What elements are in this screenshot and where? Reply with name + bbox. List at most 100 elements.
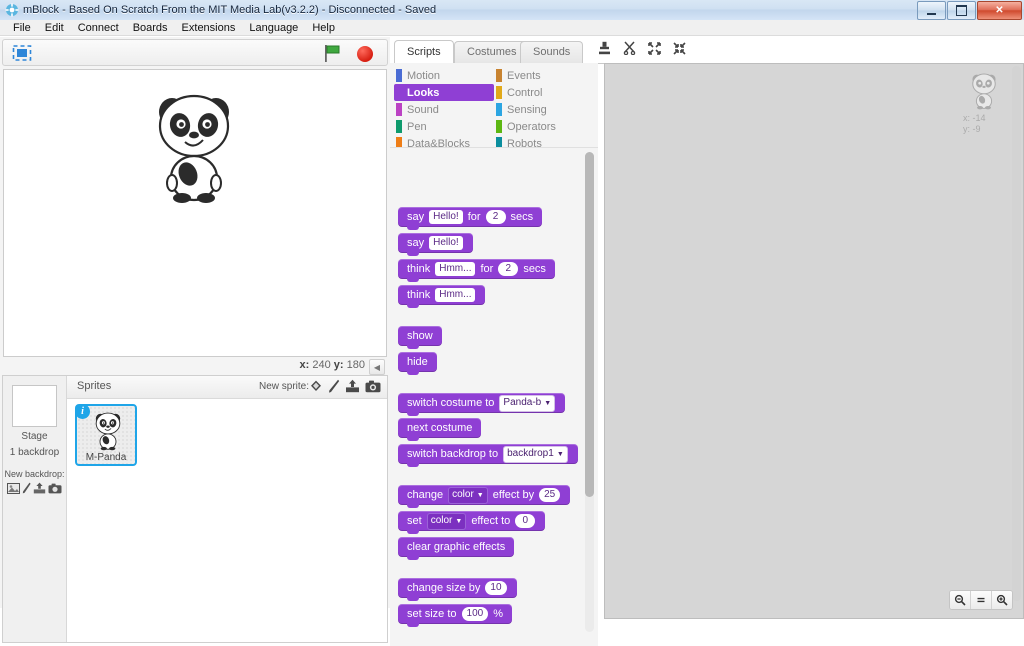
- block-text-input[interactable]: Hmm...: [435, 288, 476, 302]
- menu-bar: File Edit Connect Boards Extensions Lang…: [0, 20, 1024, 36]
- block-think[interactable]: think Hmm...: [398, 285, 486, 308]
- stop-button-icon[interactable]: [357, 46, 373, 62]
- block-next-costume[interactable]: next costume: [398, 418, 482, 441]
- block-number-input[interactable]: 2: [485, 210, 506, 224]
- block-dropdown[interactable]: Panda-b ▼: [499, 394, 556, 412]
- editor-tools: [598, 41, 686, 58]
- menu-item-extensions[interactable]: Extensions: [175, 21, 243, 35]
- new-backdrop-icons: [3, 482, 66, 497]
- category-sensing[interactable]: Sensing: [494, 101, 594, 118]
- category-sound[interactable]: Sound: [394, 101, 494, 118]
- stamp-duplicate-icon[interactable]: [598, 41, 611, 58]
- block-set-effect[interactable]: set color ▼ effect to 0: [398, 511, 546, 534]
- block-label: for: [480, 263, 494, 275]
- shrink-icon[interactable]: [673, 41, 686, 58]
- block-dropdown[interactable]: color ▼: [426, 512, 467, 530]
- category-label: Sound: [407, 103, 439, 116]
- stage-mouse-coords: x: 240 y: 180: [300, 359, 365, 371]
- mblock-logo-icon: [5, 3, 19, 17]
- block-number-input[interactable]: 100: [461, 607, 489, 621]
- category-pen[interactable]: Pen: [394, 118, 494, 135]
- menu-item-file[interactable]: File: [6, 21, 38, 35]
- stage-footer: x: 240 y: 180 ◀: [3, 358, 387, 375]
- block-text-input[interactable]: Hmm...: [435, 262, 476, 276]
- upload-icon[interactable]: [33, 482, 46, 497]
- canvas-scrollbar[interactable]: [1012, 66, 1021, 601]
- block-text-input[interactable]: Hello!: [429, 210, 463, 224]
- block-dropdown[interactable]: backdrop1 ▼: [503, 445, 568, 463]
- camera-icon[interactable]: [48, 483, 62, 497]
- block-switch-costume[interactable]: switch costume to Panda-b ▼: [398, 393, 566, 416]
- stage-selector[interactable]: Stage 1 backdrop New backdrop:: [3, 376, 67, 642]
- collapse-left-icon[interactable]: ◀: [369, 359, 385, 375]
- block-change-effect[interactable]: change color ▼ effect by 25: [398, 485, 571, 508]
- upload-icon[interactable]: [345, 379, 360, 396]
- menu-item-language[interactable]: Language: [242, 21, 305, 35]
- block-clear-graphic-effects[interactable]: clear graphic effects: [398, 537, 515, 560]
- menu-item-edit[interactable]: Edit: [38, 21, 71, 35]
- block-dropdown[interactable]: color ▼: [448, 486, 488, 504]
- block-show[interactable]: show: [398, 326, 442, 349]
- block-number-input[interactable]: 0: [515, 514, 536, 528]
- category-swatch-icon: [396, 69, 402, 82]
- camera-icon[interactable]: [365, 380, 381, 396]
- category-motion[interactable]: Motion: [394, 67, 494, 84]
- tab-sounds[interactable]: Sounds: [520, 41, 584, 63]
- mblock-window: mBlock - Based On Scratch From the MIT M…: [0, 0, 1024, 646]
- block-label: hide: [407, 356, 428, 368]
- zoom-in-icon[interactable]: [992, 591, 1012, 609]
- paint-brush-icon[interactable]: [22, 482, 31, 497]
- sprite-tile-m-panda[interactable]: i M-Panda: [75, 404, 137, 466]
- zoom-out-icon[interactable]: [950, 591, 971, 609]
- green-flag-icon[interactable]: [323, 44, 343, 63]
- fullscreen-icon[interactable]: [11, 44, 33, 62]
- paint-brush-icon[interactable]: [328, 379, 340, 396]
- block-change-size-by[interactable]: change size by 10: [398, 578, 517, 601]
- stage-thumbnail[interactable]: [12, 385, 57, 427]
- cut-scissors-icon[interactable]: [623, 41, 636, 58]
- minimize-button[interactable]: [917, 1, 946, 20]
- sprite-info-badge[interactable]: i: [75, 404, 90, 419]
- block-say-for-secs[interactable]: say Hello! for 2 secs: [398, 207, 543, 230]
- library-picture-icon[interactable]: [7, 482, 20, 497]
- block-label: %: [493, 608, 503, 620]
- menu-item-help[interactable]: Help: [305, 21, 342, 35]
- maximize-button[interactable]: [947, 1, 976, 20]
- menu-item-boards[interactable]: Boards: [126, 21, 175, 35]
- category-operators[interactable]: Operators: [494, 118, 594, 135]
- close-icon: ✕: [995, 4, 1004, 16]
- block-think-for-secs[interactable]: think Hmm... for 2 secs: [398, 259, 555, 282]
- block-label: switch backdrop to: [407, 448, 499, 460]
- block-number-input[interactable]: 10: [485, 581, 507, 595]
- block-number-input[interactable]: 25: [539, 488, 561, 502]
- grow-icon[interactable]: [648, 41, 661, 58]
- tab-costumes[interactable]: Costumes: [454, 41, 530, 63]
- block-text-input[interactable]: Hello!: [429, 236, 463, 250]
- block-hide[interactable]: hide: [398, 352, 437, 375]
- category-column-right: Events Control Sensing Operators Robots: [494, 67, 594, 152]
- block-set-size-to[interactable]: set size to 100%: [398, 604, 512, 627]
- category-control[interactable]: Control: [494, 84, 594, 101]
- library-picture-icon[interactable]: [309, 379, 323, 396]
- zoom-reset-icon[interactable]: [971, 591, 992, 609]
- block-dropdown-value: color: [452, 489, 474, 500]
- category-events[interactable]: Events: [494, 67, 594, 84]
- palette-scrollbar[interactable]: [585, 152, 594, 632]
- script-canvas[interactable]: x: -14 y: -9: [604, 63, 1024, 619]
- stage-sprite-panda[interactable]: [144, 90, 244, 205]
- close-button[interactable]: ✕: [977, 1, 1022, 20]
- menu-item-connect[interactable]: Connect: [71, 21, 126, 35]
- window-controls: ✕: [917, 1, 1022, 20]
- category-label: Pen: [407, 120, 427, 133]
- category-looks[interactable]: Looks: [394, 84, 494, 101]
- block-number-input[interactable]: 2: [498, 262, 519, 276]
- palette-scrollbar-thumb[interactable]: [585, 152, 594, 497]
- block-switch-backdrop[interactable]: switch backdrop to backdrop1 ▼: [398, 444, 578, 467]
- stage-canvas[interactable]: [3, 69, 387, 357]
- block-say[interactable]: say Hello!: [398, 233, 473, 256]
- category-swatch-icon: [496, 103, 502, 116]
- category-label: Operators: [507, 120, 556, 133]
- block-palette[interactable]: say Hello! for 2 secs say Hello! think Hmm... for…: [390, 147, 598, 646]
- tab-scripts[interactable]: Scripts: [394, 40, 454, 64]
- editor-tabstrip: Scripts Costumes Sounds: [390, 37, 1024, 64]
